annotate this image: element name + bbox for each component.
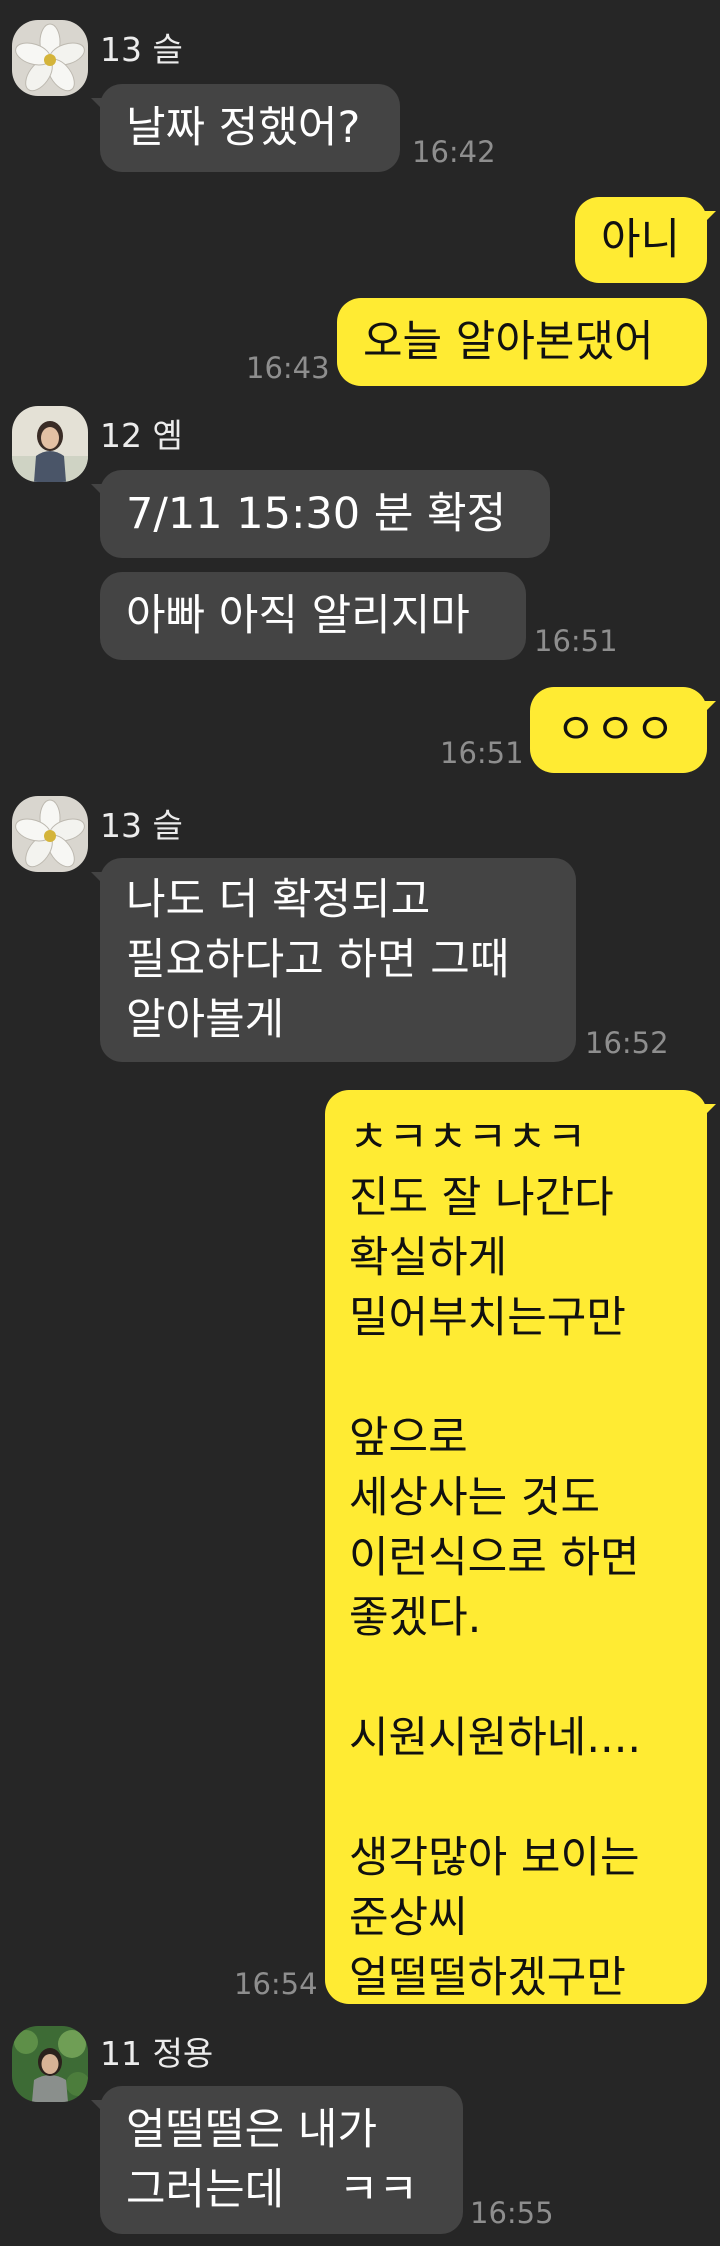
message-bubble[interactable]: 아니 bbox=[575, 197, 716, 283]
message-bubble[interactable]: 날짜 정했어? bbox=[91, 84, 400, 172]
message-bubble[interactable]: 나도 더 확정되고 필요하다고 하면 그때 알아볼게 bbox=[91, 858, 576, 1062]
message-time: 16:52 bbox=[585, 1026, 669, 1060]
sender-name: 13 슬 bbox=[100, 806, 183, 845]
person-avatar-icon[interactable] bbox=[12, 406, 88, 482]
message-time: 16:55 bbox=[470, 2196, 554, 2230]
sender-name: 11 정용 bbox=[100, 2034, 214, 2073]
sender-name: 13 슬 bbox=[100, 30, 183, 69]
message-time: 16:51 bbox=[534, 624, 618, 658]
message-bubble[interactable]: 얼떨떨은 내가 그러는데 ㅋㅋ bbox=[91, 2086, 463, 2234]
person-garden-avatar-icon[interactable] bbox=[12, 2026, 88, 2102]
message-time: 16:43 bbox=[246, 351, 330, 385]
sender-name: 12 옘 bbox=[100, 416, 183, 455]
message-bubble[interactable]: ㅇㅇㅇ bbox=[530, 687, 716, 773]
message-bubble[interactable]: ㅊㅋㅊㅋㅊㅋ 진도 잘 나간다 확실하게 밀어부치는구만 앞으로 세상사는 것도… bbox=[325, 1090, 716, 2004]
message-time: 16:42 bbox=[412, 135, 496, 169]
flower-avatar-icon[interactable] bbox=[12, 796, 88, 872]
message-bubble[interactable]: 7/11 15:30 분 확정 bbox=[91, 470, 550, 558]
message-time: 16:51 bbox=[440, 736, 524, 770]
flower-avatar-icon[interactable] bbox=[12, 20, 88, 96]
message-bubble[interactable]: 아빠 아직 알리지마 bbox=[100, 572, 526, 660]
message-bubble[interactable]: 오늘 알아본댔어 bbox=[337, 298, 707, 386]
message-time: 16:54 bbox=[234, 1967, 318, 2001]
